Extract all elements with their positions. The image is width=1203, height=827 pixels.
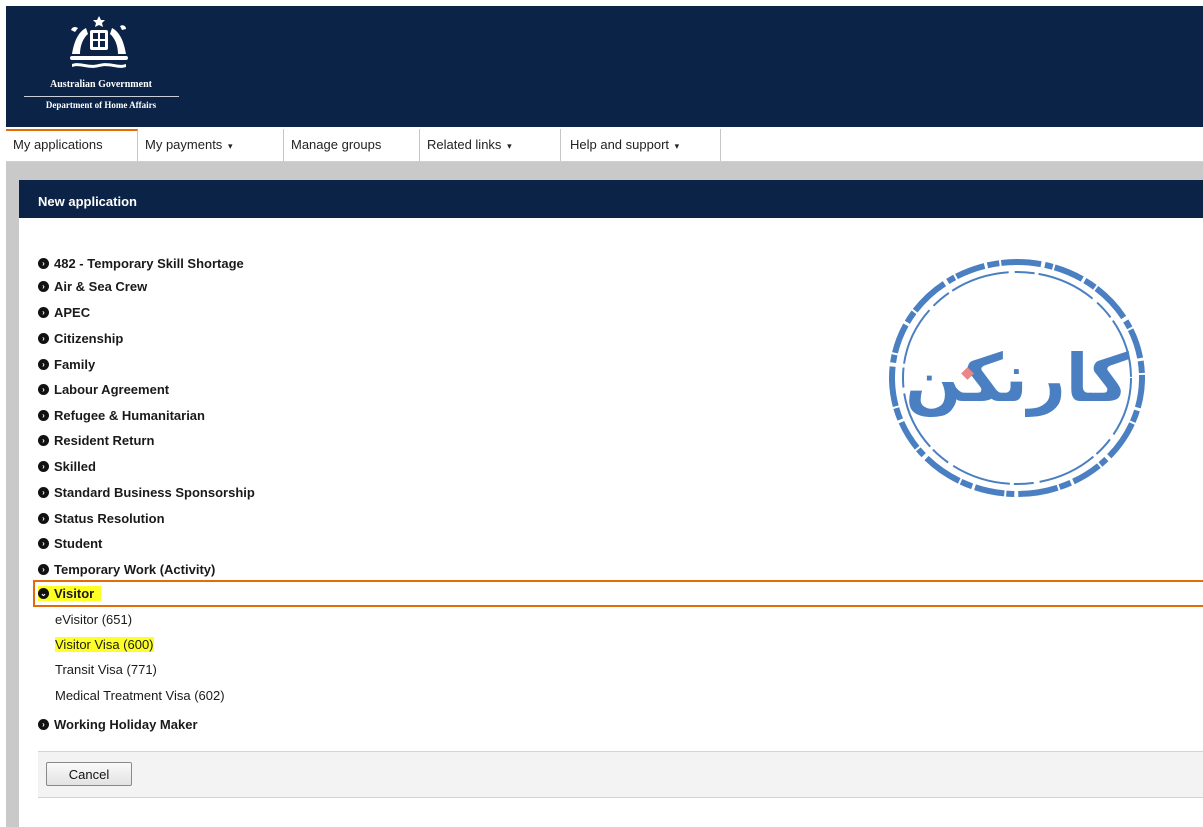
tab-manage-groups[interactable]: Manage groups <box>284 129 420 161</box>
category-standard-business-sponsorship[interactable]: › Standard Business Sponsorship <box>38 482 255 504</box>
category-label: Air & Sea Crew <box>54 279 148 294</box>
tab-label: Manage groups <box>291 137 382 152</box>
category-label: Skilled <box>54 459 96 474</box>
category-label: Resident Return <box>54 433 155 448</box>
highlight: ⌄ Visitor <box>38 586 102 601</box>
category-citizenship[interactable]: › Citizenship <box>38 328 123 350</box>
category-family[interactable]: › Family <box>38 354 95 376</box>
tab-my-applications[interactable]: My applications <box>6 129 138 161</box>
tab-my-payments[interactable]: My payments ▾ <box>138 129 284 161</box>
circle-chevron-right-icon: › <box>38 258 49 270</box>
tab-related-links[interactable]: Related links ▾ <box>420 129 561 161</box>
visa-medical-treatment-602[interactable]: Medical Treatment Visa (602) <box>55 686 225 706</box>
tab-help-and-support[interactable]: Help and support ▾ <box>561 129 721 161</box>
watermark-stamp: کارنکن <box>889 259 1145 497</box>
category-482-temporary-skill-shortage[interactable]: › 482 - Temporary Skill Shortage <box>38 253 244 275</box>
category-skilled[interactable]: › Skilled <box>38 456 96 478</box>
main-nav: My applications My payments ▾ Manage gro… <box>6 129 1203 162</box>
cancel-button[interactable]: Cancel <box>46 762 132 786</box>
circle-chevron-right-icon: › <box>38 435 49 447</box>
visa-label: Medical Treatment Visa (602) <box>55 688 225 703</box>
visa-label: eVisitor (651) <box>55 612 133 627</box>
category-visitor[interactable]: ⌄ Visitor <box>38 583 102 605</box>
category-apec[interactable]: › APEC <box>38 302 90 324</box>
visa-evisitor-651[interactable]: eVisitor (651) <box>55 610 132 630</box>
circle-chevron-right-icon: › <box>38 513 49 525</box>
coat-of-arms-icon <box>70 16 128 68</box>
circle-chevron-right-icon: › <box>38 384 49 396</box>
visa-transit-771[interactable]: Transit Visa (771) <box>55 660 157 680</box>
category-label: Family <box>54 357 96 372</box>
category-label: Citizenship <box>54 331 124 346</box>
category-label: 482 - Temporary Skill Shortage <box>54 256 244 271</box>
category-refugee-humanitarian[interactable]: › Refugee & Humanitarian <box>38 405 205 427</box>
category-temporary-work-activity[interactable]: › Temporary Work (Activity) <box>38 559 215 581</box>
logo-divider <box>24 96 179 97</box>
circle-chevron-right-icon: › <box>38 281 49 293</box>
tab-label: My payments <box>145 137 223 152</box>
visitor-selection-outline <box>33 580 1203 607</box>
tab-label: Help and support <box>570 137 670 152</box>
category-label: Standard Business Sponsorship <box>54 485 255 500</box>
visa-label: Visitor Visa (600) <box>55 637 154 652</box>
watermark-text: کارنکن <box>905 340 1129 417</box>
site-header: Australian Government Department of Home… <box>6 6 1203 127</box>
visa-label: Transit Visa (771) <box>55 662 157 677</box>
category-label: Working Holiday Maker <box>54 717 198 732</box>
visa-visitor-600[interactable]: Visitor Visa (600) <box>55 635 154 655</box>
form-actions-bar <box>38 751 1203 798</box>
government-logo[interactable]: Australian Government Department of Home… <box>16 14 186 124</box>
tab-label: Related links <box>427 137 502 152</box>
circle-chevron-right-icon: › <box>38 564 49 576</box>
circle-chevron-right-icon: › <box>38 333 49 345</box>
dropdown-caret-icon: ▾ <box>227 141 233 151</box>
category-label: Labour Agreement <box>54 382 170 397</box>
dropdown-caret-icon: ▾ <box>674 141 680 151</box>
category-status-resolution[interactable]: › Status Resolution <box>38 508 165 530</box>
category-resident-return[interactable]: › Resident Return <box>38 430 154 452</box>
circle-chevron-right-icon: › <box>38 538 49 550</box>
circle-chevron-right-icon: › <box>38 410 49 422</box>
circle-chevron-down-icon: ⌄ <box>38 588 49 600</box>
panel-title: New application <box>19 180 1203 218</box>
category-label: Visitor <box>54 586 95 601</box>
category-labour-agreement[interactable]: › Labour Agreement <box>38 379 169 401</box>
circle-chevron-right-icon: › <box>38 719 49 731</box>
category-student[interactable]: › Student <box>38 533 102 555</box>
category-label: Student <box>54 536 103 551</box>
category-working-holiday-maker[interactable]: › Working Holiday Maker <box>38 714 198 736</box>
circle-chevron-right-icon: › <box>38 307 49 319</box>
circle-chevron-right-icon: › <box>38 487 49 499</box>
category-label: Refugee & Humanitarian <box>54 408 205 423</box>
dropdown-caret-icon: ▾ <box>507 141 512 151</box>
category-label: Temporary Work (Activity) <box>54 562 216 577</box>
category-label: Status Resolution <box>54 511 165 526</box>
department-name: Department of Home Affairs <box>45 100 157 110</box>
circle-chevron-right-icon: › <box>38 359 49 371</box>
category-label: APEC <box>54 305 91 320</box>
government-name: Australian Government <box>50 79 152 90</box>
circle-chevron-right-icon: › <box>38 461 49 473</box>
category-air-sea-crew[interactable]: › Air & Sea Crew <box>38 276 147 298</box>
tab-label: My applications <box>13 137 103 152</box>
